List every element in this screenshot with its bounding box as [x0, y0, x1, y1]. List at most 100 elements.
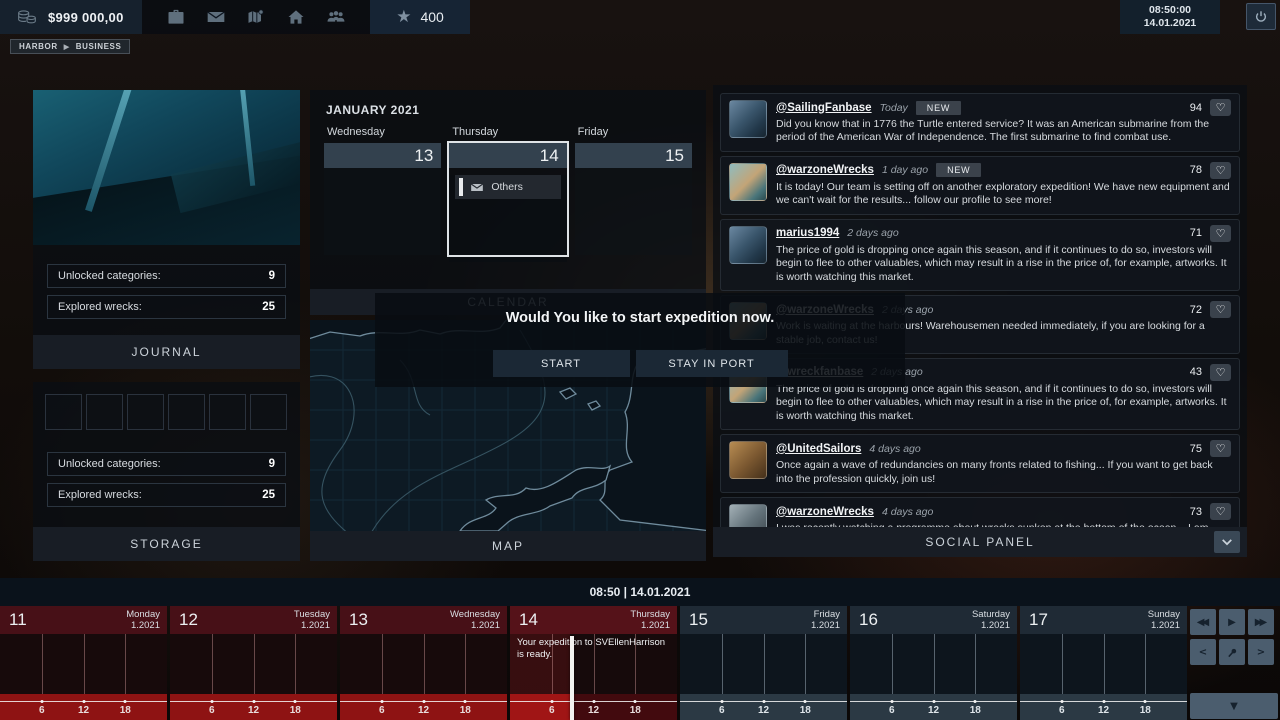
scroll-left-button[interactable]: <	[1190, 639, 1216, 665]
post-time: 4 days ago	[869, 443, 920, 455]
timeline-day-15[interactable]: 15 Friday1.2021 61218	[680, 606, 847, 720]
new-badge: NEW	[916, 101, 961, 115]
social-collapse-button[interactable]	[1214, 531, 1240, 553]
money-box: $999 000,00	[0, 0, 142, 34]
storage-slot[interactable]	[209, 394, 246, 430]
stay-in-port-button[interactable]: STAY IN PORT	[636, 350, 788, 377]
reputation-tab[interactable]: ★ 400	[370, 0, 470, 34]
journal-stat-categories: Unlocked categories: 9	[47, 264, 286, 288]
avatar[interactable]	[729, 100, 767, 138]
post-username[interactable]: @UnitedSailors	[776, 443, 861, 455]
storage-footer-button[interactable]: STORAGE	[33, 527, 300, 561]
jump-to-now-button[interactable]	[1219, 639, 1245, 665]
rewind-button[interactable]: ◀◀	[1190, 609, 1216, 635]
timeline-day-16[interactable]: 16 Saturday1.2021 61218	[850, 606, 1017, 720]
timeline-day-14-current[interactable]: 14 Thursday1.2021 Your expedition to SVE…	[510, 606, 677, 720]
heart-icon[interactable]: ♡	[1210, 364, 1231, 381]
like-count: 71	[1190, 227, 1202, 239]
heart-icon[interactable]: ♡	[1210, 162, 1231, 179]
heart-icon[interactable]: ♡	[1210, 301, 1231, 318]
breadcrumb-root[interactable]: HARBOR	[19, 42, 58, 51]
storage-slot[interactable]	[45, 394, 82, 430]
storage-slot[interactable]	[168, 394, 205, 430]
clock-box: 08:50:00 14.01.2021	[1120, 0, 1220, 34]
expedition-dialog: Would You like to start expedition now. …	[375, 293, 905, 387]
map-icon[interactable]	[243, 6, 269, 28]
timeline-day-13[interactable]: 13 Wednesday1.2021 61218	[340, 606, 507, 720]
storage-slot[interactable]	[127, 394, 164, 430]
timeline-collapse-button[interactable]: ▼	[1190, 693, 1278, 719]
avatar[interactable]	[729, 163, 767, 201]
post-text: It is today! Our team is setting off on …	[776, 181, 1231, 208]
avatar[interactable]	[729, 441, 767, 479]
timeline: 11 Monday1.2021 61218 12 Tuesday1.2021 6…	[0, 606, 1280, 720]
new-badge: NEW	[936, 163, 981, 177]
power-button[interactable]	[1246, 3, 1276, 30]
start-button[interactable]: START	[493, 350, 630, 377]
social-post-7: @warzoneWrecks 4 days ago 73 ♡ I was rec…	[720, 497, 1240, 527]
post-time: 2 days ago	[847, 227, 898, 239]
like-count: 75	[1190, 443, 1202, 455]
chevron-down-icon	[1221, 538, 1233, 546]
breadcrumb: HARBOR ▶ BUSINESS	[10, 39, 130, 54]
current-time-marker[interactable]	[570, 636, 574, 720]
event-label: Others	[491, 181, 523, 193]
post-username[interactable]: @warzoneWrecks	[776, 506, 874, 518]
journal-footer-button[interactable]: JOURNAL	[33, 335, 300, 369]
breadcrumb-arrow-icon: ▶	[64, 43, 70, 51]
play-button[interactable]: ▶	[1219, 609, 1245, 635]
event-accent-bar	[459, 178, 463, 196]
star-icon: ★	[396, 7, 411, 27]
social-post-1: @SailingFanbase Today NEW 94 ♡ Did you k…	[720, 93, 1240, 152]
post-username[interactable]: @SailingFanbase	[776, 102, 872, 114]
timeline-controls: ◀◀ ▶ ▶▶ < > ▼	[1190, 606, 1280, 720]
post-time: Today	[880, 102, 908, 114]
storage-stat-wrecks: Explored wrecks: 25	[47, 483, 286, 507]
heart-icon[interactable]: ♡	[1210, 99, 1231, 116]
post-username[interactable]: marius1994	[776, 227, 839, 239]
scroll-right-button[interactable]: >	[1248, 639, 1274, 665]
calendar-cell-15[interactable]: 15	[575, 143, 692, 255]
mail-icon	[470, 182, 484, 193]
storage-slot[interactable]	[86, 394, 123, 430]
people-icon[interactable]	[323, 6, 349, 28]
avatar[interactable]	[729, 226, 767, 264]
timeline-day-17[interactable]: 17 Sunday1.2021 61218	[1020, 606, 1187, 720]
like-count: 78	[1190, 164, 1202, 176]
social-post-3: marius1994 2 days ago 71 ♡ The price of …	[720, 219, 1240, 291]
social-footer-button[interactable]: SOCIAL PANEL	[713, 527, 1247, 557]
map-footer-button[interactable]: MAP	[310, 531, 706, 561]
heart-icon[interactable]: ♡	[1210, 440, 1231, 457]
storage-slots	[33, 382, 300, 430]
post-username[interactable]: @warzoneWrecks	[776, 164, 874, 176]
storage-slot[interactable]	[250, 394, 287, 430]
journal-stat-wrecks: Explored wrecks: 25	[47, 295, 286, 319]
calendar-cell-13[interactable]: 13	[324, 143, 441, 255]
like-count: 43	[1190, 366, 1202, 378]
post-text: Once again a wave of redundancies on man…	[776, 459, 1231, 486]
heart-icon[interactable]: ♡	[1210, 503, 1231, 520]
mail-icon[interactable]	[203, 6, 229, 28]
social-post-2: @warzoneWrecks 1 day ago NEW 78 ♡ It is …	[720, 156, 1240, 215]
calendar-event-others[interactable]: Others	[455, 175, 560, 199]
status-datetime-bar: 08:50 | 14.01.2021	[0, 578, 1280, 606]
storage-panel: Unlocked categories: 9 Explored wrecks: …	[33, 382, 300, 561]
calendar-cell-14-selected[interactable]: 14 Others	[449, 143, 566, 255]
home-icon[interactable]	[283, 6, 309, 28]
clock-date: 14.01.2021	[1144, 17, 1197, 30]
heart-icon[interactable]: ♡	[1210, 225, 1231, 242]
post-text: The price of gold is dropping once again…	[776, 244, 1231, 284]
journal-wreck-image	[33, 90, 300, 245]
social-post-6: @UnitedSailors 4 days ago 75 ♡ Once agai…	[720, 434, 1240, 493]
fast-forward-button[interactable]: ▶▶	[1248, 609, 1274, 635]
timeline-day-11[interactable]: 11 Monday1.2021 61218	[0, 606, 167, 720]
dialog-message: Would You like to start expedition now.	[375, 310, 905, 326]
timeline-day-12[interactable]: 12 Tuesday1.2021 61218	[170, 606, 337, 720]
expedition-ready-note: Your expedition to SVEllenHarrison is re…	[517, 637, 667, 661]
pin-icon	[1227, 647, 1238, 658]
avatar[interactable]	[729, 504, 767, 527]
money-amount: $999 000,00	[48, 10, 124, 25]
storage-stat-categories: Unlocked categories: 9	[47, 452, 286, 476]
like-count: 94	[1190, 102, 1202, 114]
briefcase-icon[interactable]	[163, 6, 189, 28]
